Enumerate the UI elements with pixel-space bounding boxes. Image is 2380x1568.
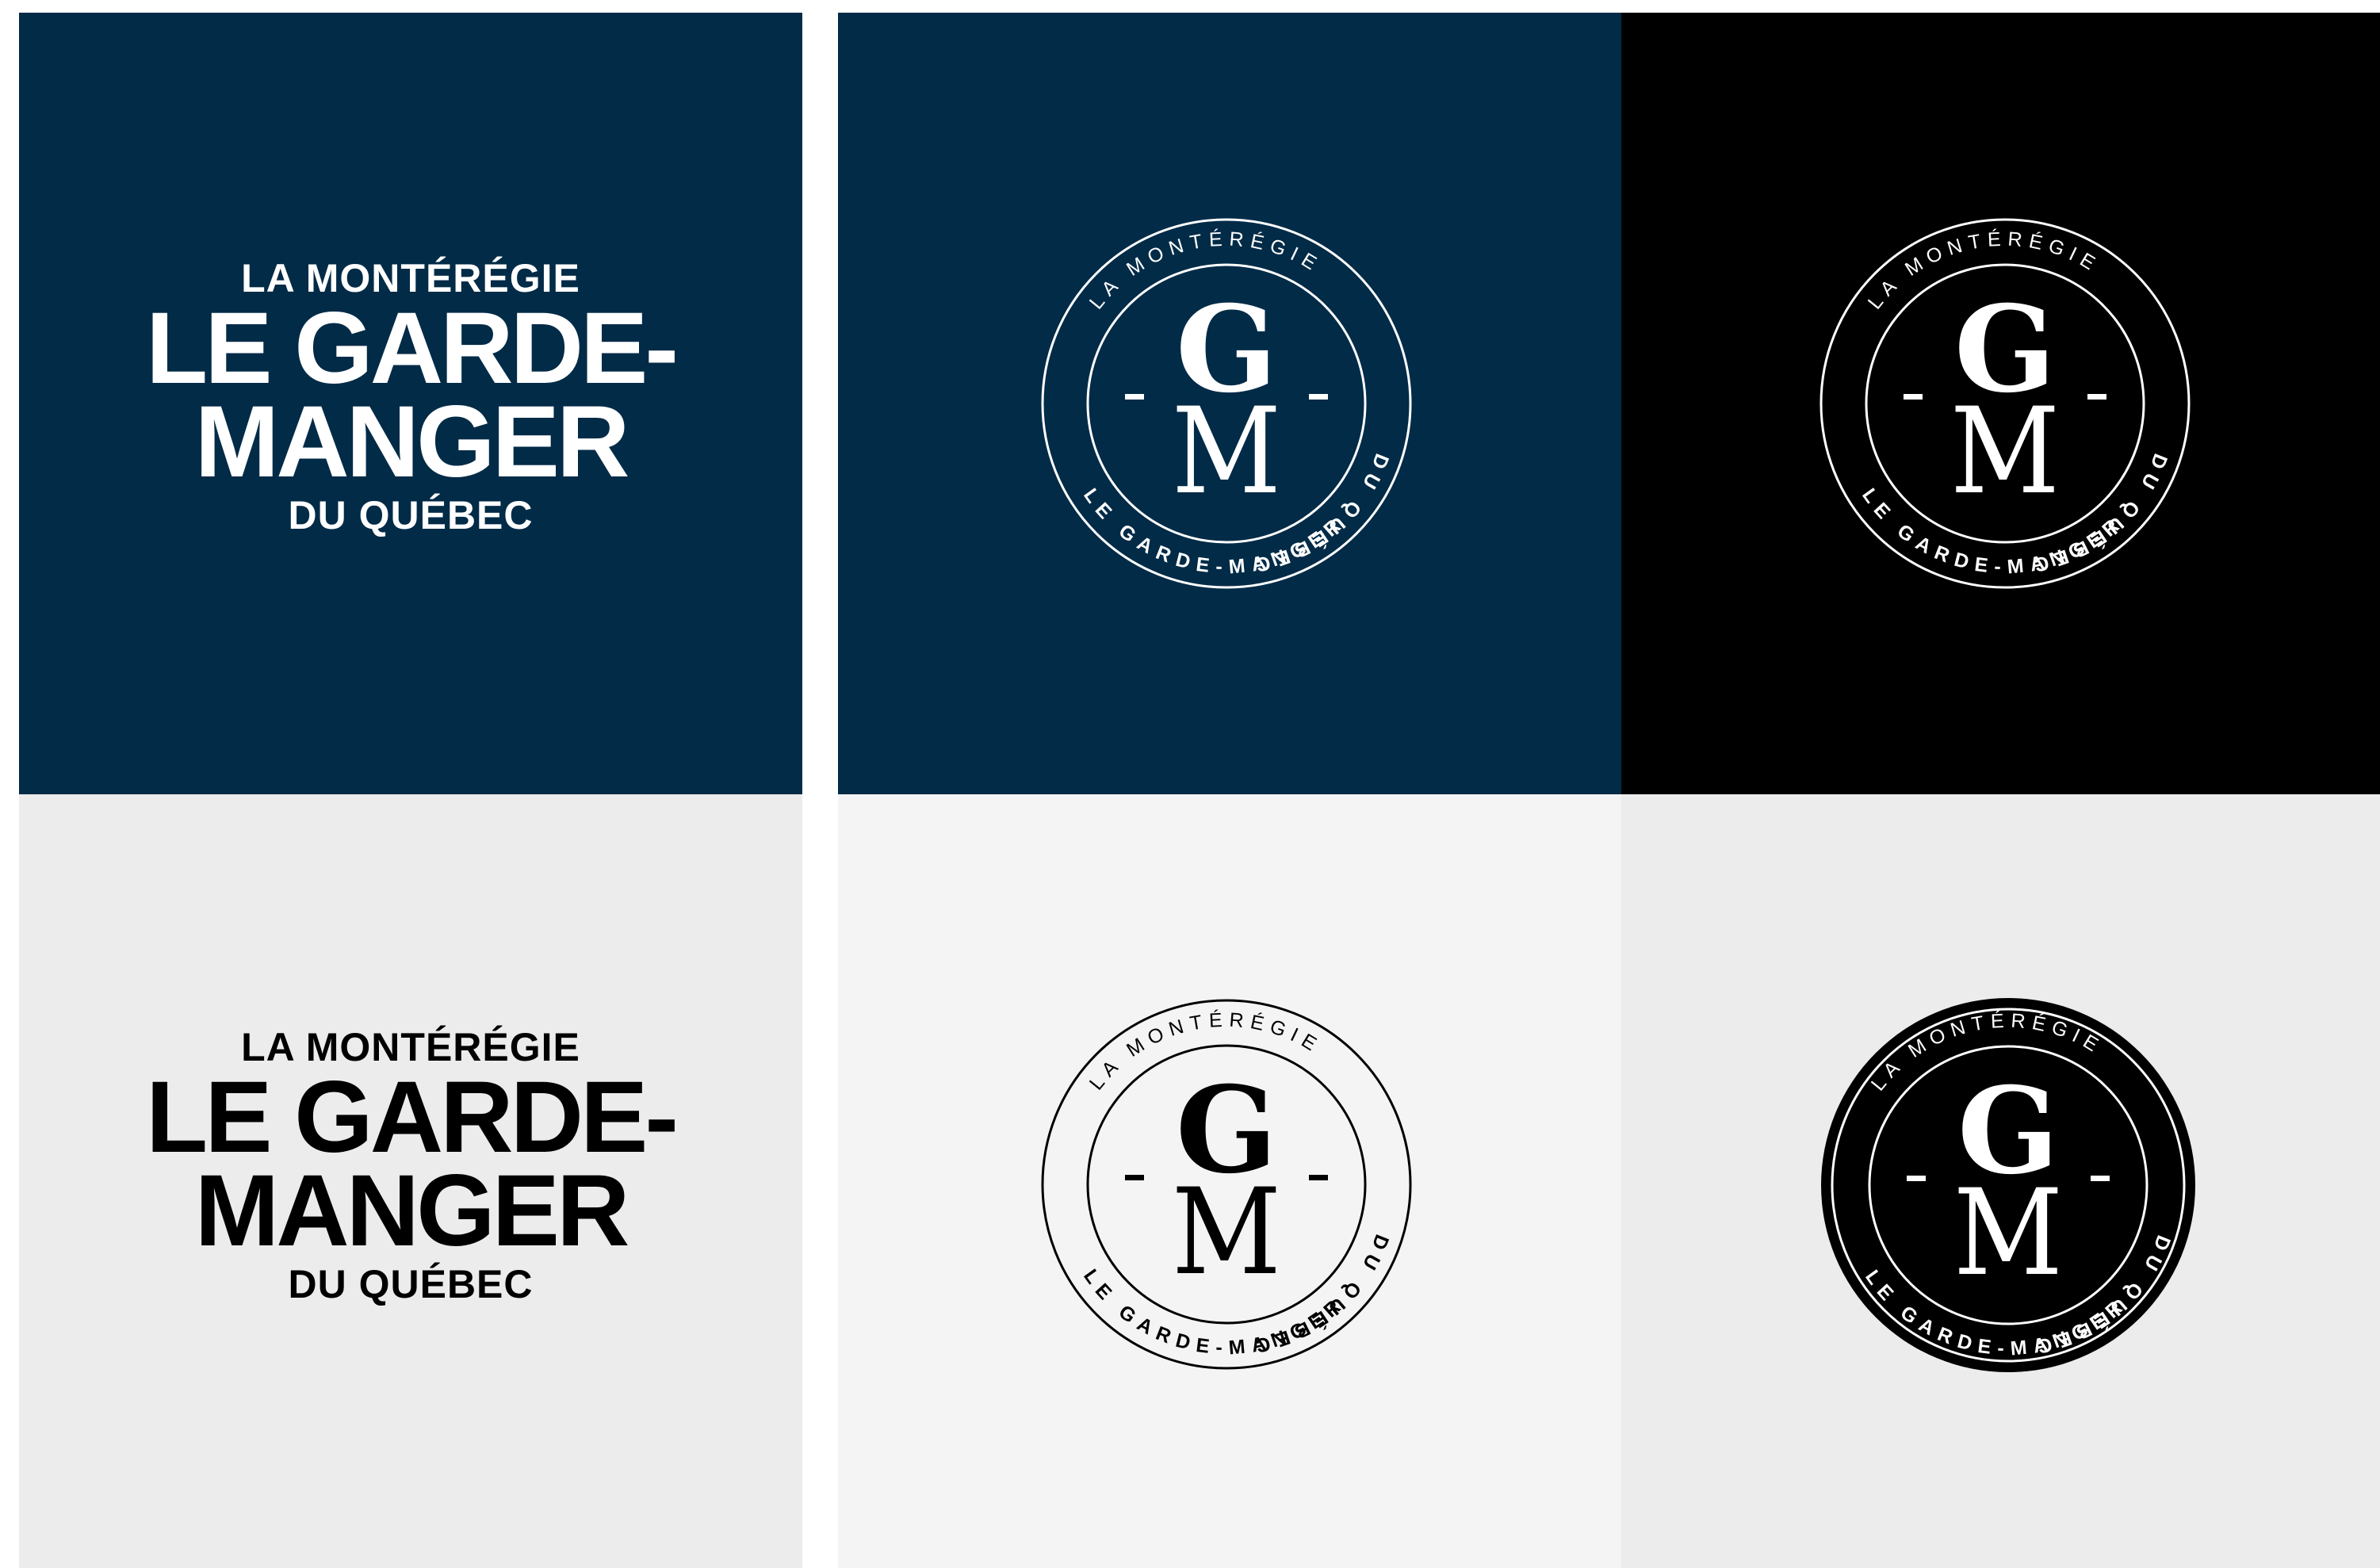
emblem-graphic: LA MONTÉRÉGIEDU QUÉBECLE GARDE-MANGERGM [1041, 999, 1412, 1370]
monogram-m: M [1172, 382, 1281, 520]
emblem-graphic: LA MONTÉRÉGIEDU QUÉBECLE GARDE-MANGERGM [1041, 218, 1412, 589]
emblem-dash-right [2087, 394, 2106, 400]
emblem-panel-offwhite: LA MONTÉRÉGIE DU QUÉBEC LE GARDE-MANGER G M [838, 794, 1621, 1568]
emblem-dash-right [1309, 1175, 1328, 1180]
wordmark-panel-light: LA MONTÉRÉGIE LE GARDE- MANGER DU QUÉBEC [19, 794, 802, 1568]
wordmark-name-line2: MANGER [194, 385, 630, 499]
emblem-dash-right [2091, 1176, 2110, 1181]
circular-emblem-logo: LA MONTÉRÉGIE DU QUÉBEC LE GARDE-MANGER G M [1039, 997, 1414, 1371]
wordmark-name-line2: MANGER [194, 1154, 630, 1268]
wordmark-name-line1: LE GARDE- [146, 1061, 679, 1174]
circular-emblem-logo: LA MONTÉRÉGIE DU QUÉBEC LE GARDE-MANGER G M [1039, 216, 1414, 591]
monogram-m: M [1950, 382, 2060, 520]
emblem-dash-left [1904, 394, 1923, 400]
emblem-panel-black: LA MONTÉRÉGIE DU QUÉBEC LE GARDE-MANGER G M [1621, 13, 2380, 794]
emblem-dash-left [1125, 1175, 1144, 1180]
wordmark-locality: DU QUÉBEC [288, 1262, 534, 1306]
emblem-graphic: LA MONTÉRÉGIEDU QUÉBECLE GARDE-MANGERGM [1821, 998, 2195, 1372]
wordmark-logo-black: LA MONTÉRÉGIE LE GARDE- MANGER DU QUÉBEC [19, 1023, 802, 1310]
emblem-dash-right [1309, 394, 1328, 400]
circular-emblem-logo-solid: LA MONTÉRÉGIE DU QUÉBEC LE GARDE-MANGER G M [1821, 998, 2195, 1372]
wordmark-panel-navy: LA MONTÉRÉGIE LE GARDE- MANGER DU QUÉBEC [19, 13, 802, 794]
wordmark-name-line1: LE GARDE- [146, 292, 679, 405]
emblem-dash-left [1907, 1176, 1926, 1181]
wordmark-logo-white: LA MONTÉRÉGIE LE GARDE- MANGER DU QUÉBEC [19, 254, 802, 541]
monogram-m: M [1172, 1163, 1281, 1301]
emblem-graphic: LA MONTÉRÉGIEDU QUÉBECLE GARDE-MANGERGM [1819, 218, 2191, 589]
emblem-dash-left [1125, 394, 1144, 400]
wordmark-locality: DU QUÉBEC [288, 493, 534, 537]
monogram-m: M [1953, 1164, 2063, 1302]
emblem-panel-navy: LA MONTÉRÉGIE DU QUÉBEC LE GARDE-MANGER G M [838, 13, 1621, 794]
circular-emblem-logo: LA MONTÉRÉGIE DU QUÉBEC LE GARDE-MANGER G M [1818, 216, 2192, 591]
emblem-panel-gray: LA MONTÉRÉGIE DU QUÉBEC LE GARDE-MANGER G M [1621, 794, 2380, 1568]
